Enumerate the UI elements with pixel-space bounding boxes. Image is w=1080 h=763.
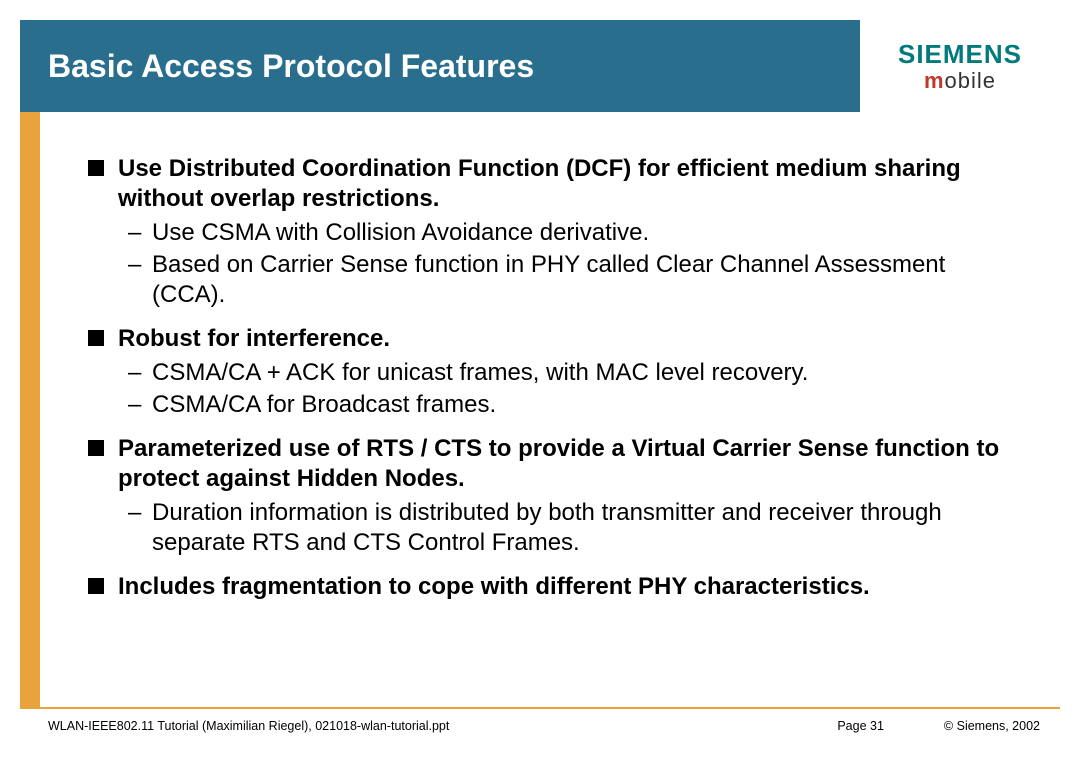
bullet-level1: Robust for interference. [88, 324, 1020, 354]
slide-footer: WLAN-IEEE802.11 Tutorial (Maximilian Rie… [20, 707, 1060, 743]
bullet-level2: – Duration information is distributed by… [128, 498, 1020, 558]
dash-bullet-icon: – [128, 250, 146, 310]
bullet-level1: Includes fragmentation to cope with diff… [88, 572, 1020, 602]
slide: Basic Access Protocol Features SIEMENS m… [0, 0, 1080, 763]
logo-mobile-text: mobile [924, 68, 996, 94]
bullet-level2: – CSMA/CA + ACK for unicast frames, with… [128, 358, 1020, 388]
dash-bullet-icon: – [128, 498, 146, 558]
dash-bullet-icon: – [128, 218, 146, 248]
footer-copyright: © Siemens, 2002 [944, 719, 1040, 733]
bullet-text: Use Distributed Coordination Function (D… [118, 154, 1020, 214]
slide-inner: Basic Access Protocol Features SIEMENS m… [20, 20, 1060, 743]
logo-siemens-text: SIEMENS [898, 39, 1022, 70]
logo-mobile-m: m [924, 68, 945, 93]
slide-title: Basic Access Protocol Features [20, 48, 534, 85]
bullet-level2: – CSMA/CA for Broadcast frames. [128, 390, 1020, 420]
bullet-text: Based on Carrier Sense function in PHY c… [152, 250, 1020, 310]
square-bullet-icon [88, 578, 104, 594]
square-bullet-icon [88, 440, 104, 456]
bullet-level1: Parameterized use of RTS / CTS to provid… [88, 434, 1020, 494]
footer-page-number: Page 31 [837, 719, 884, 733]
footer-left-text: WLAN-IEEE802.11 Tutorial (Maximilian Rie… [48, 719, 837, 733]
slide-content: Use Distributed Coordination Function (D… [40, 112, 1060, 707]
bullet-text: Robust for interference. [118, 324, 390, 354]
logo-mobile-rest: obile [945, 68, 996, 93]
bullet-text: CSMA/CA for Broadcast frames. [152, 390, 496, 420]
bullet-text: Includes fragmentation to cope with diff… [118, 572, 870, 602]
bullet-level1: Use Distributed Coordination Function (D… [88, 154, 1020, 214]
square-bullet-icon [88, 160, 104, 176]
dash-bullet-icon: – [128, 358, 146, 388]
bullet-level2: – Based on Carrier Sense function in PHY… [128, 250, 1020, 310]
bullet-text: Use CSMA with Collision Avoidance deriva… [152, 218, 649, 248]
bullet-text: CSMA/CA + ACK for unicast frames, with M… [152, 358, 808, 388]
brand-logo: SIEMENS mobile [860, 20, 1060, 112]
bullet-text: Parameterized use of RTS / CTS to provid… [118, 434, 1020, 494]
side-accent-bar [20, 112, 40, 707]
slide-header: Basic Access Protocol Features SIEMENS m… [20, 20, 1060, 112]
square-bullet-icon [88, 330, 104, 346]
bullet-level2: – Use CSMA with Collision Avoidance deri… [128, 218, 1020, 248]
dash-bullet-icon: – [128, 390, 146, 420]
bullet-text: Duration information is distributed by b… [152, 498, 1020, 558]
